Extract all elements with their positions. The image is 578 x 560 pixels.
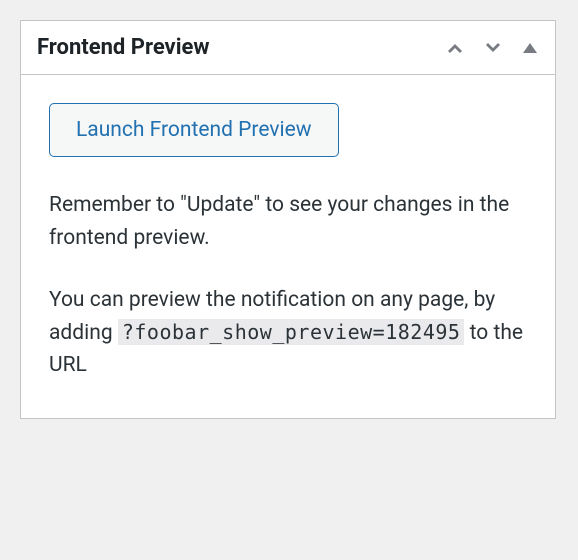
update-reminder-text: Remember to "Update" to see your changes… [49, 189, 527, 254]
frontend-preview-panel: Frontend Preview Launch Frontend Preview… [20, 20, 556, 419]
chevron-down-icon[interactable] [483, 38, 503, 58]
preview-url-instruction: You can preview the notification on any … [49, 284, 527, 382]
panel-title: Frontend Preview [37, 35, 445, 60]
panel-header-controls [445, 38, 539, 58]
panel-header: Frontend Preview [21, 21, 555, 75]
collapse-triangle-icon[interactable] [521, 39, 539, 57]
chevron-up-icon[interactable] [445, 38, 465, 58]
panel-body: Launch Frontend Preview Remember to "Upd… [21, 75, 555, 418]
preview-query-param-code: ?foobar_show_preview=182495 [118, 319, 465, 345]
launch-frontend-preview-button[interactable]: Launch Frontend Preview [49, 103, 339, 157]
